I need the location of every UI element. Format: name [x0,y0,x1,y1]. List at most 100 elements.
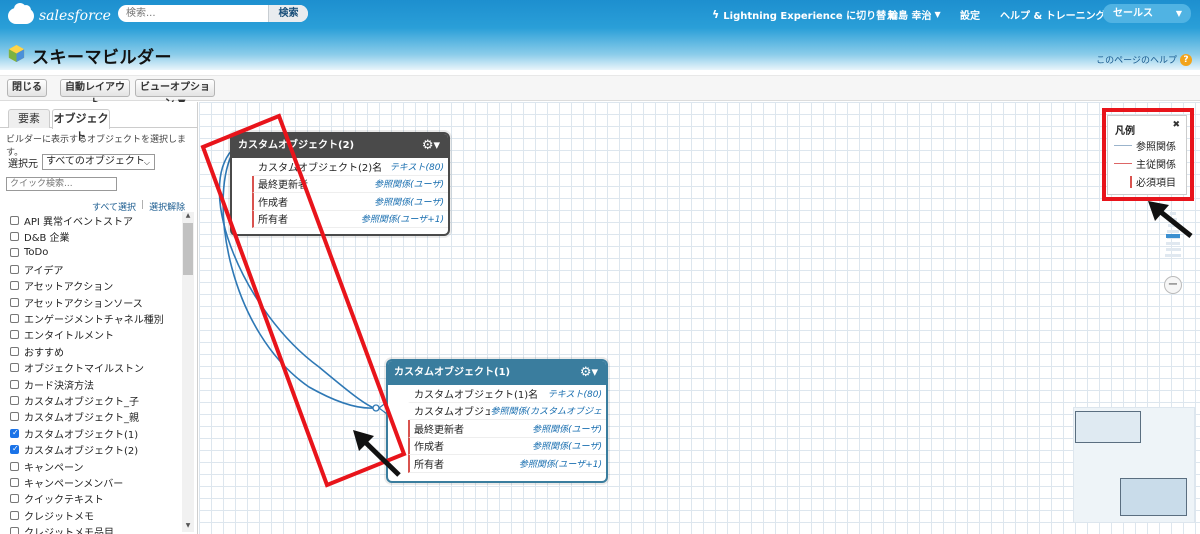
object-label: アイデア [24,265,64,277]
list-item[interactable]: アセットアクション [0,278,182,294]
list-item[interactable]: D&B 企業 [0,228,182,244]
search-button[interactable]: 検索 [268,5,308,22]
object-label: カスタムオブジェクト_親 [24,413,139,425]
object-checkbox[interactable] [10,412,19,422]
sidebar: 要素 オブジェクト ビルダーに表示するオブジェクトを選択します。 選択元 すべて… [0,102,198,534]
list-item[interactable]: エンゲージメントチャネル種別 [0,310,182,326]
list-item[interactable]: アセットアクションソース [0,294,182,310]
list-item[interactable]: クレジットメモ品目 [0,523,182,534]
object-checkbox[interactable] [10,346,19,356]
object-label: アセットアクション [24,282,114,294]
list-item[interactable]: カスタムオブジェクト(2) [0,441,182,457]
scroll-up-arrow-icon[interactable]: ▲ [182,212,194,222]
list-item[interactable]: おすすめ [0,343,182,359]
tab-objects[interactable]: オブジェクト [52,109,110,143]
object-label: エンタイトルメント [24,331,114,343]
page-help-link[interactable]: このページのヘルプ ? [1096,53,1192,66]
quick-search-input[interactable] [6,177,117,191]
object-label: API 異常イベントストア [24,216,133,228]
object-checkbox[interactable] [10,232,19,242]
arrow-icon [1155,207,1193,238]
list-item[interactable]: カスタムオブジェクト_親 [0,409,182,425]
object-list: API 異常イベントストア D&B 企業 ToDo アイデアアセットアクションアセット… [0,212,182,534]
header-bar: salesforce 検索 ϟ Lightning Experience に切り… [0,0,1200,70]
object-checkbox[interactable] [10,379,19,389]
close-button[interactable]: 閉じる [7,79,47,97]
annotation-layer [200,108,1194,488]
object-checkbox[interactable] [10,330,19,340]
list-item[interactable]: カスタムオブジェクト(1) [0,425,182,441]
setup-link[interactable]: 設定 [960,4,980,24]
list-item[interactable]: オブジェクトマイルストン [0,360,182,376]
lightning-switch-label: Lightning Experience に切り替え [723,10,897,22]
object-list-scrollbar[interactable]: ▲ ▼ [182,212,194,532]
global-search: 検索 [118,5,308,22]
schema-canvas[interactable]: カスタムオブジェクト(2) ⚙▾ カスタムオブジェクト(2)名 テキスト(80) 最… [199,102,1200,534]
object-label: キャンペーンメンバー [24,478,124,490]
object-checkbox[interactable] [10,428,19,438]
object-label: アセットアクションソース [24,298,143,310]
list-item[interactable]: エンタイトルメント [0,327,182,343]
object-checkbox[interactable] [10,444,19,455]
object-checkbox[interactable] [10,527,19,534]
object-label: D&B 企業 [24,233,70,245]
lightning-switch-link[interactable]: ϟ Lightning Experience に切り替え [712,4,896,24]
salesforce-logo[interactable]: salesforce [8,3,111,26]
source-select-value: すべてのオブジェクト [46,156,145,167]
object-checkbox[interactable] [10,215,19,225]
toolbar: 閉じる 自動レイアウト ビューオプション ▼ [0,75,1200,109]
tab-elements[interactable]: 要素 [8,109,50,128]
page-help-label: このページのヘルプ [1096,56,1177,66]
list-item[interactable]: キャンペーン [0,458,182,474]
lightning-bolt-icon: ϟ [712,7,720,21]
object-checkbox[interactable] [10,363,19,373]
list-item[interactable]: カード決済方法 [0,376,182,392]
source-row: 選択元 すべてのオブジェクト ⌵ [8,154,155,170]
object-checkbox[interactable] [10,264,19,274]
chevron-down-icon: ▼ [1175,9,1182,18]
help-training-menu[interactable]: ヘルプ & トレーニング ▼ [1000,4,1115,24]
object-checkbox[interactable] [10,510,19,520]
schema-builder-icon [8,44,25,63]
list-item[interactable]: API 異常イベントストア [0,212,182,228]
view-options-button[interactable]: ビューオプション ▼ [135,79,215,109]
object-label: カスタムオブジェクト(2) [24,446,139,458]
highlight-box [1102,108,1194,201]
object-label: キャンペーン [24,462,84,474]
object-label: カード決済方法 [24,380,94,392]
auto-layout-button[interactable]: 自動レイアウト [60,79,130,109]
object-label: おすすめ [24,347,64,359]
object-checkbox[interactable] [10,494,19,504]
object-checkbox[interactable] [10,477,19,487]
object-label: クイックテキスト [24,495,104,507]
object-checkbox[interactable] [10,461,19,471]
list-item[interactable]: カスタムオブジェクト_子 [0,392,182,408]
object-checkbox[interactable] [10,281,19,291]
cloud-icon [8,3,34,24]
list-item[interactable]: キャンペーンメンバー [0,474,182,490]
logo-text: salesforce [39,8,111,24]
object-checkbox[interactable] [10,395,19,405]
list-item[interactable]: クレジットメモ [0,507,182,523]
help-training-label: ヘルプ & トレーニング [1000,10,1106,22]
object-checkbox[interactable] [10,297,19,307]
object-label: ToDo [24,247,49,259]
object-label: クレジットメモ品目 [24,528,114,534]
source-select[interactable]: すべてのオブジェクト ⌵ [42,154,155,170]
list-item[interactable]: アイデア [0,261,182,277]
search-input[interactable] [118,5,268,22]
object-label: クレジットメモ [24,511,94,523]
object-checkbox[interactable] [10,248,19,258]
app-name: セールス [1113,8,1153,19]
list-item[interactable]: ToDo [0,245,182,261]
help-icon: ? [1180,53,1192,66]
app-switcher[interactable]: セールス ▼ [1103,4,1191,23]
highlight-box [200,113,407,488]
scroll-thumb[interactable] [183,223,193,275]
object-label: オブジェクトマイルストン [24,364,144,376]
list-item[interactable]: クイックテキスト [0,491,182,507]
page-title: スキーマビルダー [32,48,172,68]
scroll-down-arrow-icon[interactable]: ▼ [182,522,194,532]
object-checkbox[interactable] [10,314,19,324]
user-menu[interactable]: 輪島 幸治 ▼ [888,4,941,24]
